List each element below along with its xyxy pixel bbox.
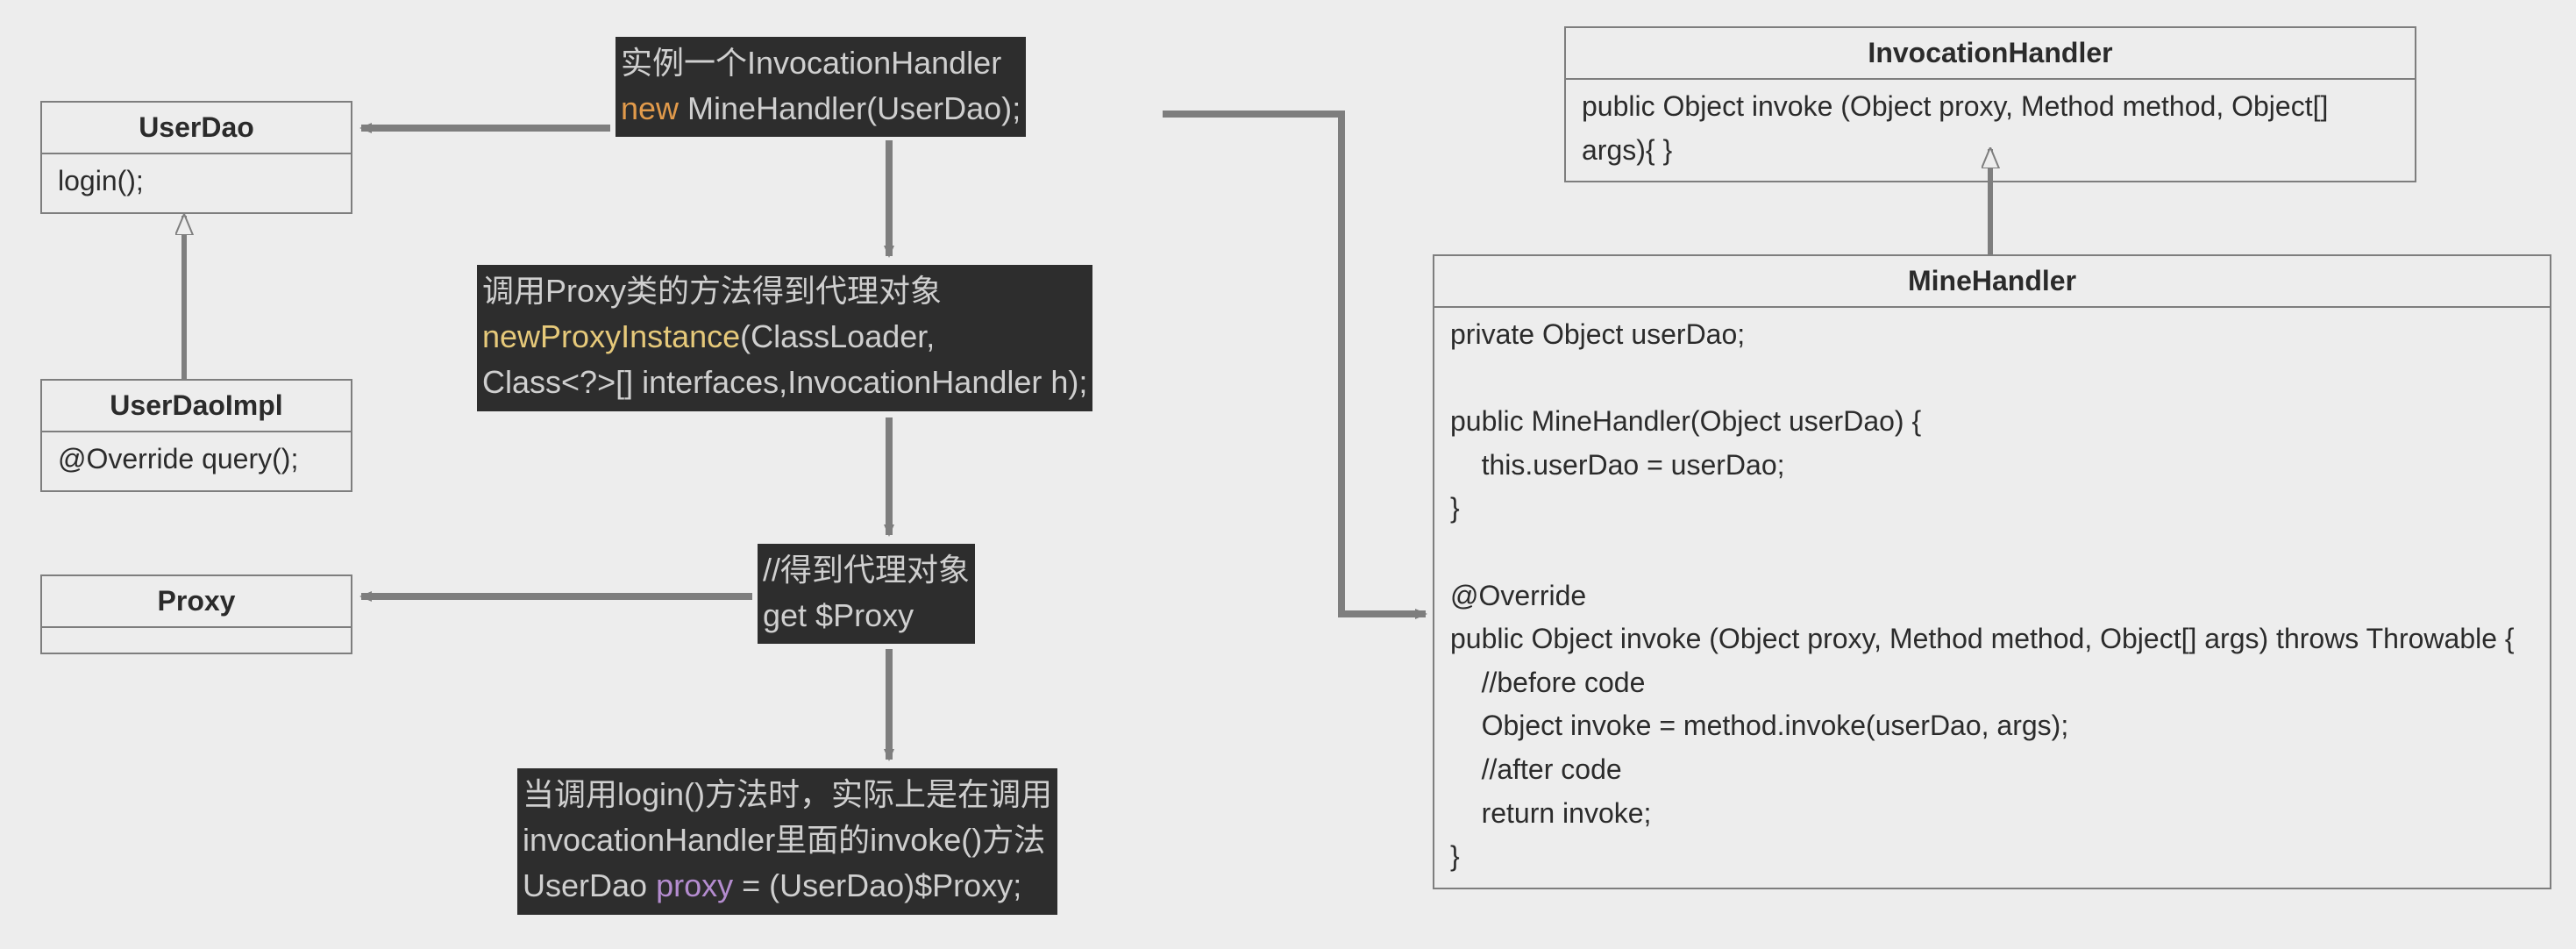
uml-invocationhandler-body: public Object invoke (Object proxy, Meth… xyxy=(1566,80,2415,181)
code4-line3b: = (UserDao)$Proxy xyxy=(733,867,1013,903)
code4-proxy-keyword: proxy xyxy=(656,867,733,903)
code3-line2: get $Proxy xyxy=(763,597,914,633)
code3-line1: //得到代理对象 xyxy=(763,552,970,588)
code2-args3: InvocationHandler h) xyxy=(787,364,1078,400)
uml-userdaoimpl-body: @Override query(); xyxy=(42,432,351,490)
arrow-code1-to-minehandler xyxy=(1163,114,1426,614)
code2-args2: Class<?>[] interfaces xyxy=(482,364,779,400)
uml-userdao-title: UserDao xyxy=(42,103,351,154)
code-box-get-proxy: //得到代理对象 get $Proxy xyxy=(758,544,975,644)
uml-userdao: UserDao login(); xyxy=(40,101,352,214)
uml-proxy-body xyxy=(42,628,351,653)
code1-line2-rest: MineHandler(UserDao) xyxy=(679,90,1012,126)
uml-proxy-title: Proxy xyxy=(42,576,351,628)
code4-semi: ; xyxy=(1013,867,1021,903)
code2-method: newProxyInstance xyxy=(482,318,740,354)
code4-line1: 当调用login()方法时，实际上是在调用 xyxy=(523,776,1052,812)
uml-minehandler: MineHandler private Object userDao; publ… xyxy=(1433,254,2551,889)
code2-semi: ; xyxy=(1078,364,1087,400)
code2-line1: 调用Proxy类的方法得到代理对象 xyxy=(482,273,942,309)
code2-args1: (ClassLoader xyxy=(740,318,926,354)
code-box-new-handler: 实例一个InvocationHandler new MineHandler(Us… xyxy=(616,37,1026,137)
uml-invocationhandler-title: InvocationHandler xyxy=(1566,28,2415,80)
uml-userdaoimpl: UserDaoImpl @Override query(); xyxy=(40,379,352,492)
code4-line3a: UserDao xyxy=(523,867,656,903)
code2-comma1: , xyxy=(926,318,935,354)
code2-comma2: , xyxy=(779,364,787,400)
code4-line2: invocationHandler里面的invoke()方法 xyxy=(523,822,1045,858)
code1-line1: 实例一个InvocationHandler xyxy=(621,45,1001,81)
uml-proxy: Proxy xyxy=(40,574,352,654)
uml-userdao-body: login(); xyxy=(42,154,351,212)
uml-minehandler-body: private Object userDao; public MineHandl… xyxy=(1434,308,2550,888)
uml-minehandler-title: MineHandler xyxy=(1434,256,2550,308)
code1-new-keyword: new xyxy=(621,90,679,126)
uml-userdaoimpl-title: UserDaoImpl xyxy=(42,381,351,432)
uml-invocationhandler: InvocationHandler public Object invoke (… xyxy=(1564,26,2416,182)
code1-semi: ; xyxy=(1012,90,1021,126)
code-box-proxy-cast: 当调用login()方法时，实际上是在调用 invocationHandler里… xyxy=(517,768,1057,915)
code-box-newproxyinstance: 调用Proxy类的方法得到代理对象 newProxyInstance(Class… xyxy=(477,265,1092,411)
